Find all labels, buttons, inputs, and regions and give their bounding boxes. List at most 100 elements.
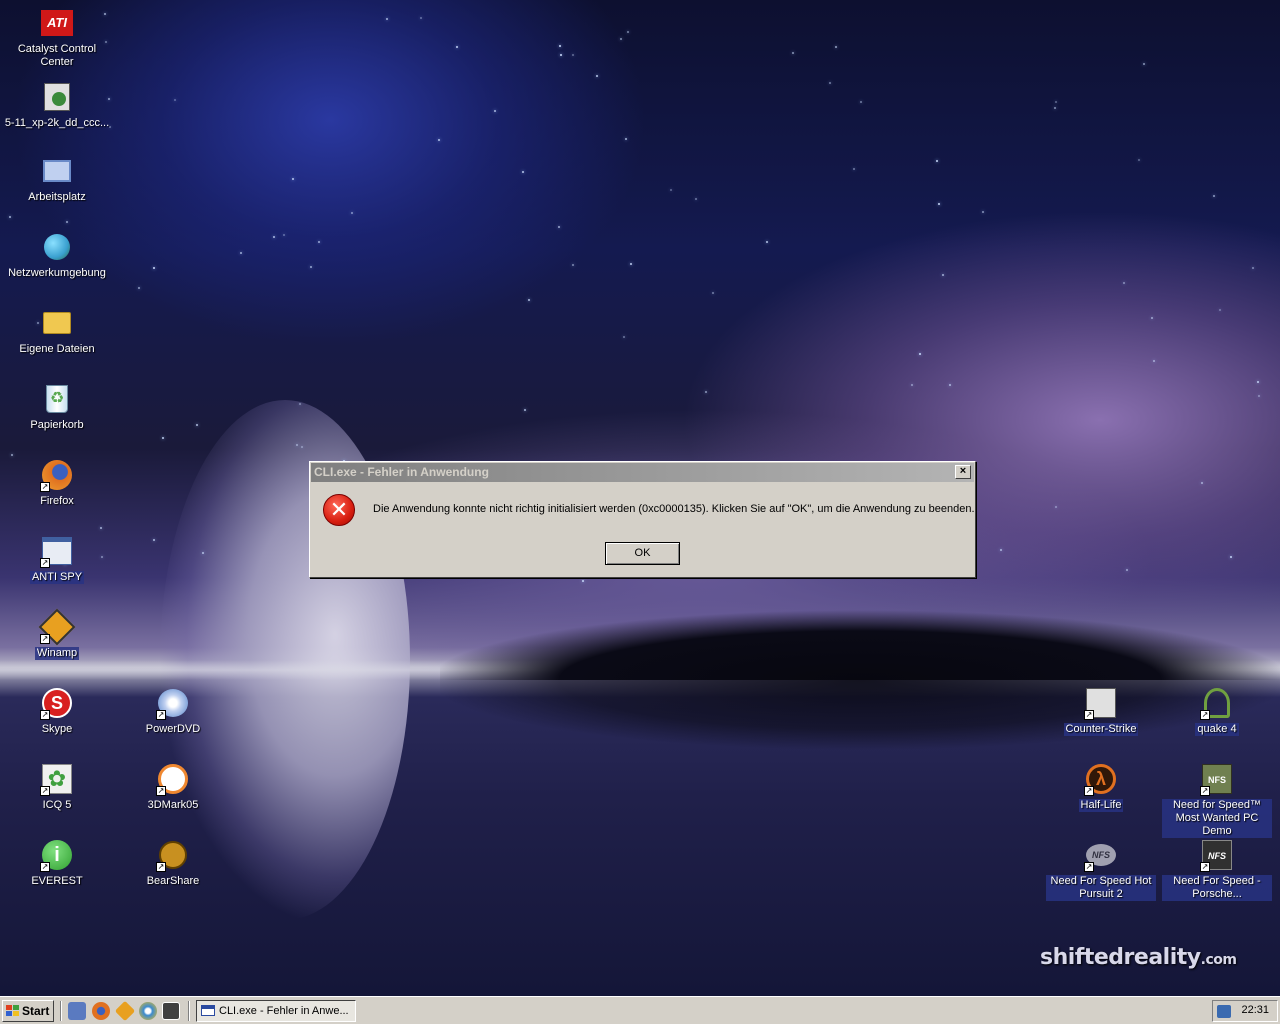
star: [528, 299, 530, 301]
star: [1055, 506, 1057, 508]
desktop-icon-eigene-dateien[interactable]: Eigene Dateien: [2, 306, 112, 356]
antispy-icon: ↗: [40, 534, 74, 568]
desktop-icon-half-life[interactable]: λ ↗ Half-Life: [1046, 762, 1156, 812]
steam-icon[interactable]: [162, 1002, 180, 1020]
star: [296, 444, 298, 446]
star: [630, 263, 632, 265]
taskbar-button-label: CLI.exe - Fehler in Anwe...: [219, 1005, 349, 1017]
desktop-icon-everest[interactable]: i ↗ EVEREST: [2, 838, 112, 888]
desktop-icon-nfs-hot-pursuit-2[interactable]: NFS ↗ Need For Speed Hot Pursuit 2: [1046, 838, 1156, 901]
half-life-icon: λ ↗: [1084, 762, 1118, 796]
skype-icon: S ↗: [40, 686, 74, 720]
firefox-icon: ↗: [40, 458, 74, 492]
desktop-icon-papierkorb[interactable]: ♻ Papierkorb: [2, 382, 112, 432]
desktop-icon-nfs-porsche[interactable]: NFS ↗ Need For Speed - Porsche...: [1162, 838, 1272, 901]
error-dialog: CLI.exe - Fehler in Anwendung × ✕ Die An…: [309, 461, 976, 578]
desktop-icon-label: ANTI SPY: [29, 571, 85, 584]
network-icon: [40, 230, 74, 264]
star: [560, 54, 562, 56]
desktop-icon-label: ICQ 5: [42, 799, 72, 811]
star: [310, 266, 312, 268]
dialog-titlebar[interactable]: CLI.exe - Fehler in Anwendung ×: [311, 463, 974, 482]
desktop-icon-skype[interactable]: S ↗ Skype: [2, 686, 112, 736]
desktop-icon-label: Catalyst Control Center: [17, 43, 97, 68]
star: [494, 110, 496, 112]
star: [670, 189, 672, 191]
taskbar-separator: [60, 1001, 62, 1021]
star: [283, 234, 285, 236]
star: [386, 18, 388, 20]
desktop-icon-counter-strike[interactable]: ↗ Counter-Strike: [1046, 686, 1156, 736]
star: [1143, 63, 1145, 65]
taskbar: Start CLI.exe - Fehler in Anwe... 22:31: [0, 996, 1280, 1024]
star: [1230, 556, 1232, 558]
star: [351, 212, 353, 214]
desktop-icon-label: Firefox: [40, 495, 74, 507]
desktop-icon-firefox[interactable]: ↗ Firefox: [2, 458, 112, 508]
star: [292, 178, 294, 180]
star: [11, 454, 13, 456]
folder-icon: [40, 306, 74, 340]
star: [949, 384, 951, 386]
winamp-icon[interactable]: [114, 1000, 136, 1022]
desktop-icon-label: Need For Speed Hot Pursuit 2: [1046, 875, 1156, 901]
star: [623, 336, 625, 338]
star: [627, 31, 629, 33]
star: [273, 236, 275, 238]
recycle-bin-icon: ♻: [40, 382, 74, 416]
star: [153, 267, 155, 269]
desktop-icon-nfs-most-wanted[interactable]: NFS ↗ Need for Speed™ Most Wanted PC Demo: [1162, 762, 1272, 838]
windows-logo-icon: [6, 1005, 19, 1017]
star: [1123, 282, 1125, 284]
star: [572, 54, 574, 56]
desktop-icon-label: Winamp: [34, 647, 80, 660]
star: [558, 226, 560, 228]
star: [1153, 360, 1155, 362]
show-desktop-icon[interactable]: [68, 1002, 86, 1020]
star: [625, 138, 627, 140]
dialog-title: CLI.exe - Fehler in Anwendung: [314, 465, 489, 479]
start-button[interactable]: Start: [2, 1000, 54, 1022]
bearshare-icon: ↗: [156, 838, 190, 872]
desktop-icon-label: Skype: [41, 723, 73, 735]
star: [919, 353, 921, 355]
desktop-icon-winamp[interactable]: ↗ Winamp: [2, 608, 112, 660]
star: [1258, 395, 1260, 397]
close-button[interactable]: ×: [955, 465, 971, 479]
star: [582, 580, 584, 582]
star: [982, 211, 984, 213]
star: [1201, 482, 1203, 484]
desktop-icon-icq[interactable]: ✿ ↗ ICQ 5: [2, 762, 112, 812]
star: [1219, 309, 1221, 311]
desktop-icon-powerdvd[interactable]: ↗ PowerDVD: [118, 686, 228, 736]
desktop-icon-arbeitsplatz[interactable]: Arbeitsplatz: [2, 154, 112, 204]
star: [1151, 317, 1153, 319]
star: [860, 101, 862, 103]
firefox-icon[interactable]: [92, 1002, 110, 1020]
ok-button[interactable]: OK: [605, 542, 680, 565]
desktop-icon-catalyst-control-center[interactable]: ATI Catalyst Control Center: [2, 6, 112, 69]
volume-icon[interactable]: [1217, 1005, 1231, 1018]
desktop-icon-label: Need For Speed - Porsche...: [1162, 875, 1272, 901]
desktop-icon-installer[interactable]: 5-11_xp-2k_dd_ccc...: [2, 80, 112, 130]
desktop-icon-3dmark05[interactable]: ↗ 3DMark05: [118, 762, 228, 812]
star: [522, 171, 524, 173]
star: [766, 241, 768, 243]
ati-icon: ATI: [40, 6, 74, 40]
star: [318, 241, 320, 243]
desktop-icon-netzwerkumgebung[interactable]: Netzwerkumgebung: [2, 230, 112, 280]
system-tray: 22:31: [1212, 1000, 1278, 1022]
desktop-icon-quake-4[interactable]: ↗ quake 4: [1162, 686, 1272, 736]
clock[interactable]: 22:31: [1241, 1004, 1269, 1016]
desktop-icon-anti-spy[interactable]: ↗ ANTI SPY: [2, 534, 112, 584]
taskbar-button-cli-error[interactable]: CLI.exe - Fehler in Anwe...: [196, 1000, 356, 1022]
desktop-icon-label: BearShare: [146, 875, 200, 887]
star: [174, 99, 176, 101]
star: [1000, 549, 1002, 551]
media-player-icon[interactable]: [139, 1002, 157, 1020]
desktop-icon-bearshare[interactable]: ↗ BearShare: [118, 838, 228, 888]
star: [1213, 195, 1215, 197]
taskbar-separator: [188, 1001, 190, 1021]
start-label: Start: [22, 1004, 50, 1018]
desktop-icon-label: PowerDVD: [145, 723, 201, 735]
